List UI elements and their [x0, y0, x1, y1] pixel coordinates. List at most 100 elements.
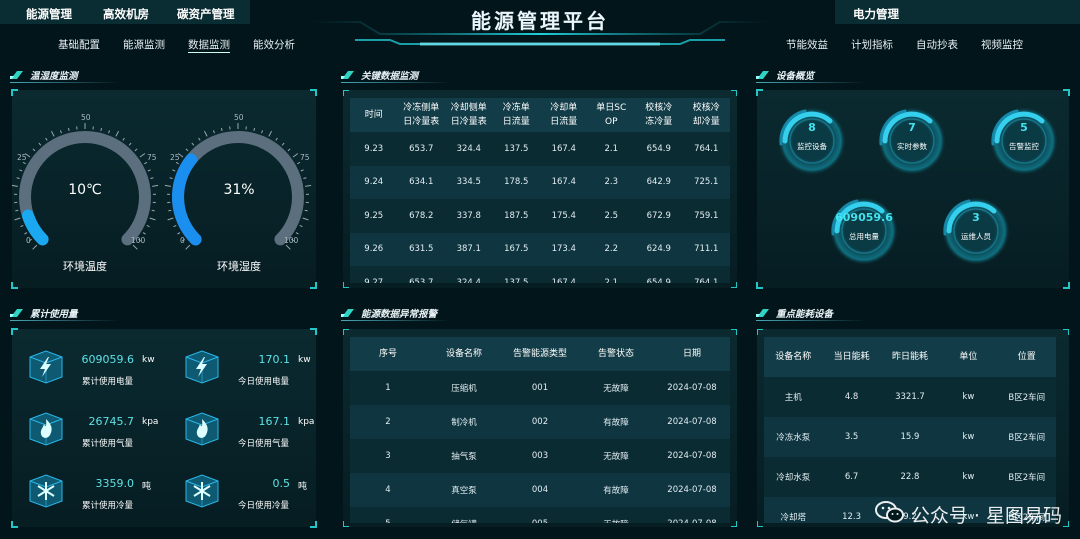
table-cell: 764.1 — [682, 132, 730, 166]
subnav-plan-index[interactable]: 计划指标 — [851, 37, 893, 52]
gauge-tick-mark — [253, 127, 256, 131]
table-cell: 冷却水泵 — [764, 457, 823, 497]
gauge-tick: 75 — [300, 153, 310, 162]
table-cell: 387.1 — [445, 232, 493, 266]
title-underline — [341, 82, 451, 83]
subnav-video-monitor[interactable]: 视频监控 — [981, 37, 1023, 52]
gauge-tick-mark — [303, 177, 307, 180]
gauge-tick-mark — [285, 244, 291, 250]
gauge-tick-mark — [191, 142, 195, 146]
table-cell: 制冷机 — [426, 405, 502, 439]
table-cell: 真空泵 — [426, 473, 502, 507]
panel-title-icon — [756, 308, 770, 318]
nav-efficient-room[interactable]: 高效机房 — [103, 6, 149, 22]
table-cell: 167.5 — [492, 232, 540, 266]
table-row[interactable]: 9.27 653.7 324.4 137.5 167.4 2.1 654.9 764.1 — [350, 266, 730, 283]
table-cell: 无故障 — [578, 371, 654, 405]
table-cell: 2024-07-08 — [654, 473, 730, 507]
gauge-tick-mark — [15, 209, 19, 212]
table-cell: 759.1 — [682, 199, 730, 233]
key-data-header: 冷冻侧单 日冷量表 — [397, 98, 445, 132]
gauge-tick: 0 — [180, 236, 185, 245]
usage-unit: kw — [142, 355, 155, 365]
energy-scroll[interactable]: 设备名称 当日能耗 昨日能耗 单位 位置 主机 4.8 3321.7 kw B区2车间 冷冻水泵 3… — [764, 337, 1056, 523]
gauge-tick-mark — [16, 177, 20, 180]
usage-unit: kw — [298, 355, 311, 365]
subnav-efficiency-analysis[interactable]: 能效分析 — [253, 37, 295, 52]
subnav-energy-benefit[interactable]: 节能效益 — [786, 37, 828, 52]
key-data-header: 单日SC OP — [587, 98, 635, 132]
gauge-tick-mark — [14, 217, 21, 221]
subnav-energy-monitor[interactable]: 能源监测 — [123, 37, 165, 52]
usage-panel: 609059.6 kw 累计使用电量 170.1 kw 今日使用电量 26745.7 kpa 累… — [11, 328, 317, 528]
table-cell: 有故障 — [578, 473, 654, 507]
table-cell: 137.5 — [492, 132, 540, 166]
usage-label: 今日使用电量 — [238, 377, 290, 387]
table-cell: 储气罐 — [426, 507, 502, 523]
gauge-tick-mark — [142, 232, 146, 235]
table-cell: 抽气泵 — [426, 439, 502, 473]
gauge-tick-mark — [168, 209, 172, 212]
snowflake-icon — [182, 473, 222, 509]
table-cell: 1 — [350, 371, 426, 405]
gauge-tick-mark — [198, 137, 201, 141]
snowflake-icon — [26, 473, 66, 509]
table-row[interactable]: 2 制冷机 002 有故障 2024-07-08 — [350, 405, 730, 439]
nav-energy-management[interactable]: 能源管理 — [26, 6, 72, 22]
watermark: 公众号 · 星图易码 — [874, 500, 1062, 529]
panel-title-energy: 重点能耗设备 — [756, 306, 833, 320]
table-row[interactable]: 9.26 631.5 387.1 167.5 173.4 2.2 624.9 711.1 — [350, 232, 730, 266]
alarms-header: 序号 — [350, 337, 426, 371]
energy-panel: 设备名称 当日能耗 昨日能耗 单位 位置 主机 4.8 3321.7 kw B区2车间 冷冻水泵 3… — [757, 329, 1069, 527]
table-row[interactable]: 9.25 678.2 337.8 187.5 175.4 2.5 672.9 759.1 — [350, 199, 730, 233]
key-data-header: 冷冻单 日流量 — [492, 98, 540, 132]
gauge-tick-mark — [139, 153, 146, 158]
gauge-tick-mark — [304, 209, 308, 212]
table-cell: 624.9 — [635, 232, 683, 266]
key-data-header: 校核冷 却冷量 — [682, 98, 730, 132]
table-cell: 2.5 — [587, 199, 635, 233]
table-cell: B区2车间 — [997, 417, 1056, 457]
gauge-tick-mark — [172, 169, 176, 172]
gauge-tick-mark — [275, 137, 278, 141]
subnav-data-monitor[interactable]: 数据监测 — [188, 37, 230, 53]
alarms-header: 告警状态 — [578, 337, 654, 371]
table-cell: 9.26 — [350, 232, 398, 266]
subnav-basic-config[interactable]: 基础配置 — [58, 37, 100, 52]
table-cell: 764.1 — [682, 266, 730, 283]
table-row[interactable]: 9.24 634.1 334.5 178.5 167.4 2.3 642.9 725.1 — [350, 165, 730, 199]
gauge-tick-mark — [45, 137, 48, 141]
alarms-table: 序号 设备名称 告警能源类型 告警状态 日期 1 压缩机 001 无故障 2024-07-08 2… — [350, 337, 730, 523]
device-stat-value: 5 — [1020, 121, 1028, 134]
usage-value: 26745.7 — [88, 415, 135, 428]
table-cell: 主机 — [764, 377, 823, 417]
table-cell: 2024-07-08 — [654, 439, 730, 473]
gauge-tick-mark — [185, 244, 191, 250]
table-cell: 4.8 — [822, 377, 881, 417]
device-stat: 609059.6 总用电量 — [827, 194, 901, 268]
nav-power-management[interactable]: 电力管理 — [853, 6, 899, 22]
subnav-auto-reading[interactable]: 自动抄表 — [916, 37, 958, 52]
table-row[interactable]: 主机 4.8 3321.7 kw B区2车间 — [764, 377, 1056, 417]
gauge-tick-mark — [167, 217, 174, 221]
gauge-tick-mark — [151, 209, 155, 212]
key-data-header: 冷却侧单 日冷量表 — [445, 98, 493, 132]
gauge-tick-mark — [134, 148, 138, 152]
table-row[interactable]: 1 压缩机 001 无故障 2024-07-08 — [350, 371, 730, 405]
table-row[interactable]: 3 抽气泵 003 无故障 2024-07-08 — [350, 439, 730, 473]
table-row[interactable]: 冷却水泵 6.7 22.8 kw B区2车间 — [764, 457, 1056, 497]
table-row[interactable]: 9.23 653.7 324.4 137.5 167.4 2.1 654.9 764.1 — [350, 132, 730, 166]
device-stat-label: 总用电量 — [849, 232, 879, 241]
alarms-scroll[interactable]: 序号 设备名称 告警能源类型 告警状态 日期 1 压缩机 001 无故障 2024-07-08 2… — [350, 337, 730, 523]
table-row[interactable]: 4 真空泵 004 有故障 2024-07-08 — [350, 473, 730, 507]
table-cell: 5 — [350, 507, 426, 523]
table-row[interactable]: 冷冻水泵 3.5 15.9 kw B区2车间 — [764, 417, 1056, 457]
gauge-tick-mark — [175, 161, 179, 165]
table-row[interactable]: 5储气罐005无故障2024-07-08 — [350, 507, 730, 523]
nav-carbon-assets[interactable]: 碳资产管理 — [177, 6, 235, 22]
key-data-scroll[interactable]: 时间 冷冻侧单 日冷量表 冷却侧单 日冷量表 冷冻单 日流量 冷却单 日流量 单日SC OP 校核冷冻… — [350, 98, 730, 283]
table-cell: 4 — [350, 473, 426, 507]
gauge-tick-mark — [177, 232, 181, 235]
table-cell: 711.1 — [682, 232, 730, 266]
table-cell: 672.9 — [635, 199, 683, 233]
